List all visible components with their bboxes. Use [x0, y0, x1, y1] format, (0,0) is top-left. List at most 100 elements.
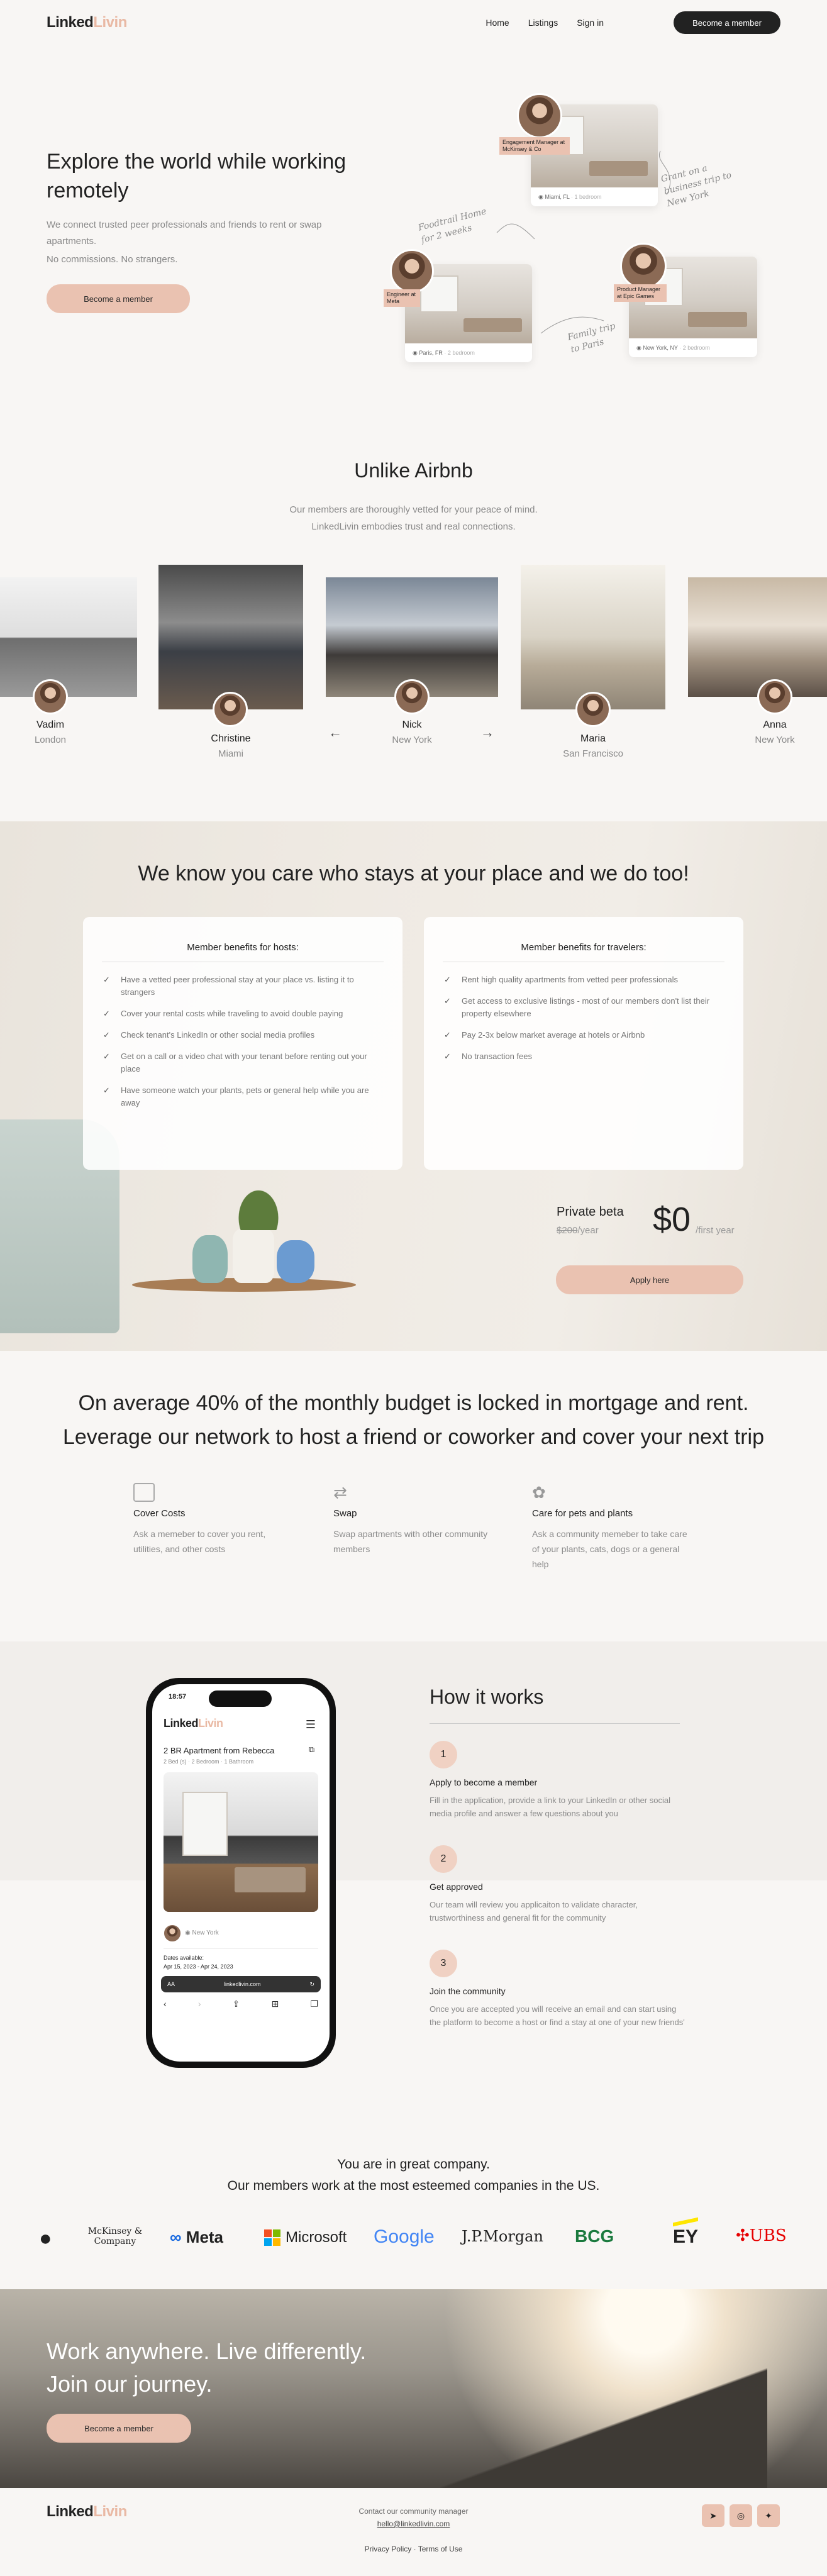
- avatar: [33, 679, 68, 714]
- telegram-icon[interactable]: ➤: [702, 2504, 724, 2527]
- how-title: How it works: [430, 1685, 544, 1708]
- phone-logo: LinkedLivin: [164, 1717, 223, 1729]
- member-photo: [521, 565, 665, 709]
- cta-banner-subtitle: Join our journey.: [47, 2371, 213, 2397]
- how-step: 3 Join the community Once you are accepted…: [430, 1950, 687, 2029]
- ubs-logo: ✣UBS: [736, 2226, 787, 2245]
- old-price: $200/year: [557, 1225, 599, 1236]
- hikers-silhouette: [440, 2340, 767, 2488]
- member-info: Anna New York: [755, 719, 795, 745]
- hero-title: Explore the world while working remotely: [47, 150, 347, 203]
- main-nav: Home Listings Sign in: [467, 18, 604, 28]
- how-step: 2 Get approved Our team will review you ap…: [430, 1845, 687, 1924]
- vase-illustration: [277, 1240, 314, 1283]
- benefit-item: Get access to exclusive listings - most …: [443, 995, 724, 1020]
- swap-icon: ⇄: [333, 1483, 347, 1502]
- budget-headline: On average 40% of the monthly budget is …: [78, 1391, 749, 1415]
- bcg-logo: BCG: [575, 2226, 614, 2246]
- avatar: [575, 692, 611, 727]
- member-photo: [688, 577, 827, 697]
- nav-listings[interactable]: Listings: [528, 18, 558, 28]
- benefit-item: No transaction fees: [443, 1050, 724, 1063]
- twitter-icon[interactable]: ✦: [757, 2504, 780, 2527]
- member-info: Christine Miami: [211, 733, 251, 759]
- wallet-icon: [133, 1483, 155, 1502]
- footer-legal: Privacy Policy · Terms of Use: [364, 2545, 463, 2553]
- hero-cta-button[interactable]: Become a member: [47, 284, 190, 313]
- apply-here-button[interactable]: Apply here: [556, 1265, 743, 1294]
- avatar: [757, 679, 792, 714]
- member-info: Maria San Francisco: [563, 733, 623, 759]
- member-info: Nick New York: [392, 719, 432, 745]
- how-divider: [430, 1723, 680, 1724]
- menu-icon[interactable]: ☰: [306, 1718, 316, 1731]
- phone-mockup: 18:57 LinkedLivin ☰ 2 BR Apartment from …: [146, 1678, 336, 2068]
- arrow-doodles: [496, 150, 671, 334]
- share-icon[interactable]: ⇪: [233, 1999, 240, 2009]
- unlike-subtext: LinkedLivin embodies trust and real conn…: [311, 521, 516, 532]
- benefit-item: Cover your rental costs while traveling …: [102, 1008, 384, 1020]
- meta-logo: ∞ Meta: [170, 2228, 224, 2246]
- mckinsey-logo: McKinsey & Company: [87, 2226, 143, 2246]
- phone-screen: 18:57 LinkedLivin ☰ 2 BR Apartment from …: [152, 1684, 330, 2062]
- feature-cover-costs: Cover Costs Ask a memeber to cover you re…: [133, 1483, 291, 1557]
- benefit-item: Have a vetted peer professional stay at …: [102, 974, 384, 999]
- private-beta-label: Private beta: [557, 1205, 624, 1219]
- new-price: $0: [653, 1201, 691, 1238]
- vase-illustration: [192, 1235, 228, 1283]
- care-title: We know you care who stays at your place…: [138, 862, 689, 886]
- phone-listing-photo: [164, 1772, 318, 1912]
- tabs-icon[interactable]: ❐: [310, 1999, 318, 2009]
- company-line1: You are in great company.: [337, 2157, 490, 2172]
- benefit-item: Have someone watch your plants, pets or …: [102, 1084, 384, 1109]
- cta-banner-title: Work anywhere. Live differently.: [47, 2338, 367, 2364]
- member-photo: [158, 565, 303, 709]
- feature-swap: ⇄ Swap Swap apartments with other communi…: [333, 1483, 491, 1557]
- instagram-icon[interactable]: ◎: [730, 2504, 752, 2527]
- host-benefits-title: Member benefits for hosts:: [102, 942, 384, 962]
- new-price-unit: /first year: [696, 1225, 735, 1236]
- become-member-nav-button[interactable]: Become a member: [674, 11, 780, 34]
- plant-illustration: [224, 1170, 293, 1230]
- browser-toolbar: ‹ › ⇪ ⊞ ❐: [164, 1999, 318, 2009]
- benefit-item: Pay 2-3x below market average at hotels …: [443, 1029, 724, 1041]
- back-icon[interactable]: ‹: [164, 1999, 167, 2009]
- phone-listing-title: 2 BR Apartment from Rebecca: [164, 1746, 275, 1755]
- benefit-item: Get on a call or a video chat with your …: [102, 1050, 384, 1075]
- avatar: [213, 692, 248, 727]
- cta-banner-button[interactable]: Become a member: [47, 2414, 191, 2443]
- traveler-benefits-card: Member benefits for travelers: Rent high…: [424, 917, 743, 1170]
- feature-pets-plants: ✿ Care for pets and plants Ask a communit…: [532, 1483, 689, 1572]
- unlike-text: Our members are thoroughly vetted for yo…: [289, 504, 538, 515]
- member-info: Vadim London: [34, 719, 67, 745]
- share-icon[interactable]: ⧉: [309, 1745, 314, 1755]
- browser-url-bar[interactable]: AA linkedlivin.com ↻: [161, 1976, 321, 1992]
- microsoft-logo: Microsoft: [264, 2229, 347, 2246]
- nav-signin[interactable]: Sign in: [577, 18, 604, 28]
- carousel-prev-arrow[interactable]: ←: [328, 724, 342, 741]
- how-step: 1 Apply to become a member Fill in the app…: [430, 1741, 687, 1820]
- terms-link[interactable]: Terms of Use: [418, 2545, 463, 2553]
- carousel-next-arrow[interactable]: →: [480, 724, 494, 741]
- hero-text: We connect trusted peer professionals an…: [47, 219, 322, 247]
- host-benefits-card: Member benefits for hosts: Have a vetted…: [83, 917, 402, 1170]
- jpmorgan-logo: J.P.Morgan: [462, 2228, 543, 2245]
- company-line2: Our members work at the most esteemed co…: [227, 2179, 600, 2193]
- logo[interactable]: LinkedLivin: [47, 14, 127, 31]
- bookmarks-icon[interactable]: ⊞: [272, 1999, 279, 2009]
- ey-logo: EY: [673, 2217, 698, 2248]
- forward-icon[interactable]: ›: [198, 1999, 201, 2009]
- apple-logo: ●: [39, 2226, 52, 2250]
- nav-home[interactable]: Home: [486, 18, 509, 28]
- traveler-benefits-title: Member benefits for travelers:: [443, 942, 724, 962]
- reload-icon: ↻: [309, 1980, 314, 1987]
- privacy-link[interactable]: Privacy Policy: [365, 2545, 412, 2553]
- google-logo: Google: [374, 2226, 435, 2247]
- member-photo: [0, 577, 137, 697]
- pin-icon: ◉: [185, 1929, 192, 1936]
- unlike-title: Unlike Airbnb: [354, 459, 473, 482]
- paw-icon: ✿: [532, 1483, 546, 1502]
- vase-illustration: [233, 1229, 274, 1283]
- benefit-item: Check tenant's LinkedIn or other social …: [102, 1029, 384, 1041]
- avatar: [394, 679, 430, 714]
